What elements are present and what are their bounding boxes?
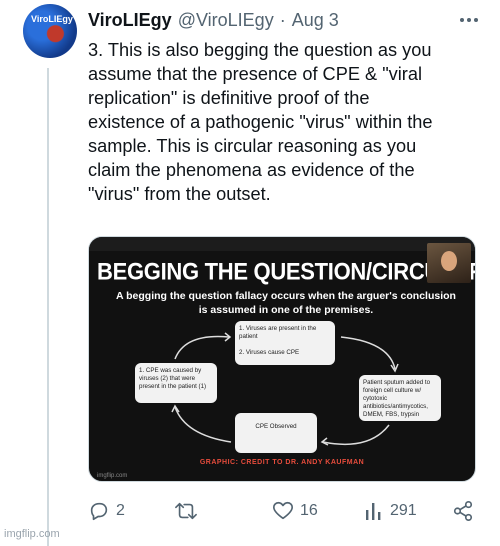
tweet-actions: 2 16 291 <box>84 498 480 524</box>
like-count: 16 <box>300 502 318 519</box>
more-icon[interactable] <box>458 11 480 29</box>
cycle-box-conclusion: 1. CPE was caused by viruses (2) that we… <box>135 363 217 403</box>
cycle-box-cpe-observed: CPE Observed <box>235 413 317 453</box>
avatar[interactable]: ViroLIEgy <box>23 4 77 58</box>
imgflip-watermark: imgflip.com <box>4 528 60 540</box>
like-button[interactable]: 16 <box>272 498 318 524</box>
tweet-text: 3. This is also begging the question as … <box>88 40 433 204</box>
reply-icon <box>88 500 110 522</box>
tweet-date[interactable]: Aug 3 <box>292 10 339 31</box>
reply-button[interactable]: 2 <box>88 498 125 524</box>
slide-credit: GRAPHIC: CREDIT TO DR. ANDY KAUFMAN <box>199 459 365 466</box>
tweet-media-image[interactable]: BEGGING THE QUESTION/CIRCULAR REASO... A… <box>88 236 476 482</box>
thread-line <box>47 68 49 546</box>
slide-watermark: imgflip.com <box>97 473 128 479</box>
retweet-button[interactable] <box>174 498 204 524</box>
user-handle[interactable]: @ViroLIEgy <box>178 10 274 31</box>
reply-count: 2 <box>116 502 125 519</box>
heart-icon <box>272 500 294 522</box>
views-count: 291 <box>390 502 417 519</box>
views-icon <box>364 500 384 522</box>
avatar-logo-text: ViroLIEgy <box>31 14 73 24</box>
share-icon <box>452 500 474 522</box>
tweet-header: ViroLIEgy @ViroLIEgy · Aug 3 <box>88 9 480 31</box>
cycle-box-premises: 1. Viruses are present in the patient 2.… <box>235 321 335 365</box>
views-button[interactable]: 291 <box>364 498 417 524</box>
display-name[interactable]: ViroLIEgy <box>88 10 172 31</box>
separator-dot: · <box>279 9 286 30</box>
cycle-box-procedure: Patient sputum added to foreign cell cul… <box>359 375 441 421</box>
retweet-icon <box>174 500 198 522</box>
share-button[interactable] <box>452 498 474 524</box>
